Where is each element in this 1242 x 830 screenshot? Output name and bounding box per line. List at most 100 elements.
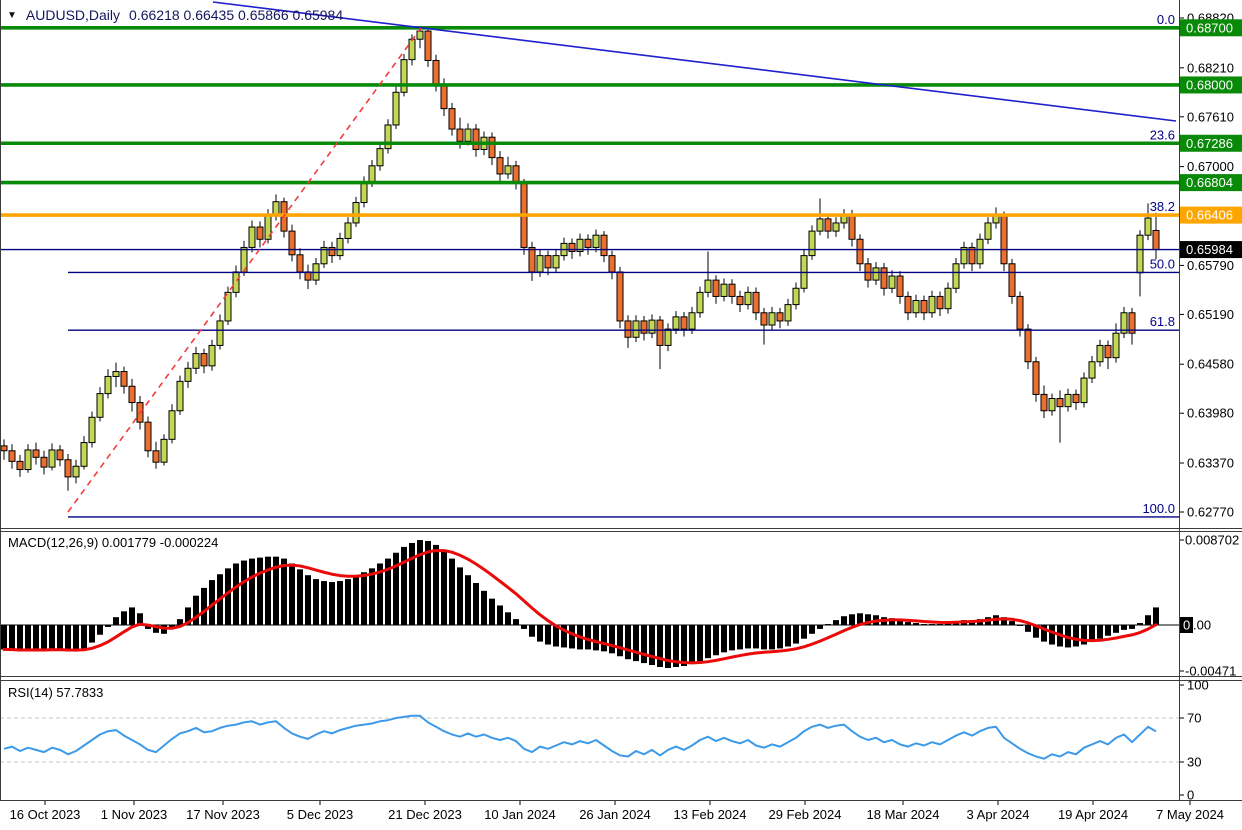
macd-histogram-bar xyxy=(249,559,255,625)
bear-candle xyxy=(625,321,631,337)
bear-candle xyxy=(601,235,607,255)
chart-title: ▼ AUDUSD,Daily 0.66218 0.66435 0.65866 0… xyxy=(7,7,343,23)
bull-candle xyxy=(1137,235,1143,273)
macd-panel: 0.0087020.00-0.00471 xyxy=(0,533,1239,679)
macd-histogram-bar xyxy=(1017,625,1023,626)
price-axis-tick-label: 0.63980 xyxy=(1187,406,1234,421)
bear-candle xyxy=(65,460,71,477)
bull-candle xyxy=(89,417,95,442)
macd-histogram-bar xyxy=(57,625,63,649)
bear-candle xyxy=(657,320,663,345)
macd-histogram-bar xyxy=(265,557,271,625)
bear-candle xyxy=(569,243,575,251)
bull-candle xyxy=(817,219,823,231)
bull-candle xyxy=(689,313,695,329)
bull-candle xyxy=(169,411,175,440)
bull-candle xyxy=(81,443,87,467)
macd-histogram-bar xyxy=(401,547,407,625)
price-level-badge: 0.68700 xyxy=(1186,20,1233,35)
bull-candle xyxy=(193,354,199,369)
bull-candle xyxy=(177,381,183,410)
bull-candle xyxy=(377,149,383,166)
macd-histogram-bar xyxy=(793,625,799,644)
bull-candle xyxy=(665,329,671,345)
macd-histogram-bar xyxy=(745,625,751,648)
price-axis: 0.688200.682100.676100.670000.657900.651… xyxy=(1179,11,1242,520)
bull-candle xyxy=(889,276,895,288)
rsi-line xyxy=(4,716,1156,759)
bull-candle xyxy=(929,296,935,312)
bull-candle xyxy=(1145,218,1151,235)
macd-histogram-bar xyxy=(537,625,543,642)
macd-histogram-bar xyxy=(345,579,351,625)
price-level-badge: 0.66406 xyxy=(1186,208,1233,223)
macd-histogram-bar xyxy=(625,625,631,659)
macd-histogram-bar xyxy=(193,596,199,625)
bull-candle xyxy=(49,450,55,467)
bull-candle xyxy=(217,321,223,345)
bull-candle xyxy=(345,223,351,239)
chart-canvas: 0.023.638.250.061.8100.00.688200.682100.… xyxy=(0,0,1242,830)
macd-histogram-bar xyxy=(737,625,743,649)
macd-histogram-bar xyxy=(489,599,495,625)
macd-histogram-bar xyxy=(289,563,295,625)
symbol-dropdown-icon[interactable]: ▼ xyxy=(7,10,17,21)
panel-borders xyxy=(0,0,1242,801)
bear-candle xyxy=(1153,230,1159,249)
macd-histogram-bar xyxy=(25,625,31,650)
bull-candle xyxy=(553,256,559,268)
bear-candle xyxy=(849,215,855,239)
price-axis-tick-label: 0.62770 xyxy=(1187,505,1234,520)
macd-histogram-bar xyxy=(369,568,375,625)
bear-candle xyxy=(641,321,647,333)
bear-candle xyxy=(897,276,903,296)
time-axis-label: 7 May 2024 xyxy=(1156,807,1224,822)
macd-histogram-bar xyxy=(17,625,23,651)
fib-level-label: 38.2 xyxy=(1150,199,1175,214)
macd-axis-tick-label: .00 xyxy=(1193,618,1211,633)
bear-candle xyxy=(441,84,447,108)
macd-histogram-bar xyxy=(41,625,47,650)
bear-candle xyxy=(457,129,463,141)
ascending-dashed-trendline[interactable] xyxy=(68,28,421,512)
price-axis-tick-label: 0.65190 xyxy=(1187,307,1234,322)
bull-candle xyxy=(337,238,343,255)
rsi-axis-tick-label: 100 xyxy=(1187,678,1209,693)
price-axis-tick-label: 0.64580 xyxy=(1187,357,1234,372)
macd-histogram-bar xyxy=(281,559,287,625)
bull-candle xyxy=(97,394,103,418)
time-axis-label: 19 Apr 2024 xyxy=(1058,807,1128,822)
macd-axis-tick-label: 0.008702 xyxy=(1185,533,1239,548)
bull-candle xyxy=(985,223,991,239)
macd-histogram-bar xyxy=(825,624,831,625)
macd-histogram-bar xyxy=(1121,625,1127,630)
bear-candle xyxy=(489,137,495,157)
macd-histogram-bar xyxy=(1049,625,1055,645)
bull-candle xyxy=(673,317,679,329)
descending-trendline[interactable] xyxy=(213,2,1176,121)
macd-histogram-bar xyxy=(361,572,367,625)
bear-candle xyxy=(1041,394,1047,410)
macd-histogram-bar xyxy=(481,591,487,625)
macd-histogram-bar xyxy=(833,620,839,625)
rsi-panel: 10070300 xyxy=(0,678,1209,803)
macd-histogram-bar xyxy=(1129,625,1135,629)
price-level-badge: 0.67286 xyxy=(1186,136,1233,151)
macd-histogram-bar xyxy=(313,579,319,625)
macd-histogram-bar xyxy=(241,561,247,625)
macd-histogram-bar xyxy=(585,625,591,649)
macd-histogram-bar xyxy=(105,625,111,627)
macd-histogram-bar xyxy=(113,617,119,625)
price-axis-tick-label: 0.63370 xyxy=(1187,456,1234,471)
macd-histogram-bar xyxy=(913,623,919,625)
macd-histogram-bar xyxy=(1,625,7,649)
macd-histogram-bar xyxy=(49,625,55,648)
bear-candle xyxy=(937,296,943,308)
bear-candle xyxy=(585,239,591,247)
bull-candle xyxy=(945,288,951,308)
bear-candle xyxy=(857,239,863,263)
bull-candle xyxy=(1089,362,1095,378)
bull-candle xyxy=(785,305,791,321)
bull-candle xyxy=(233,272,239,292)
bull-candle xyxy=(537,256,543,272)
